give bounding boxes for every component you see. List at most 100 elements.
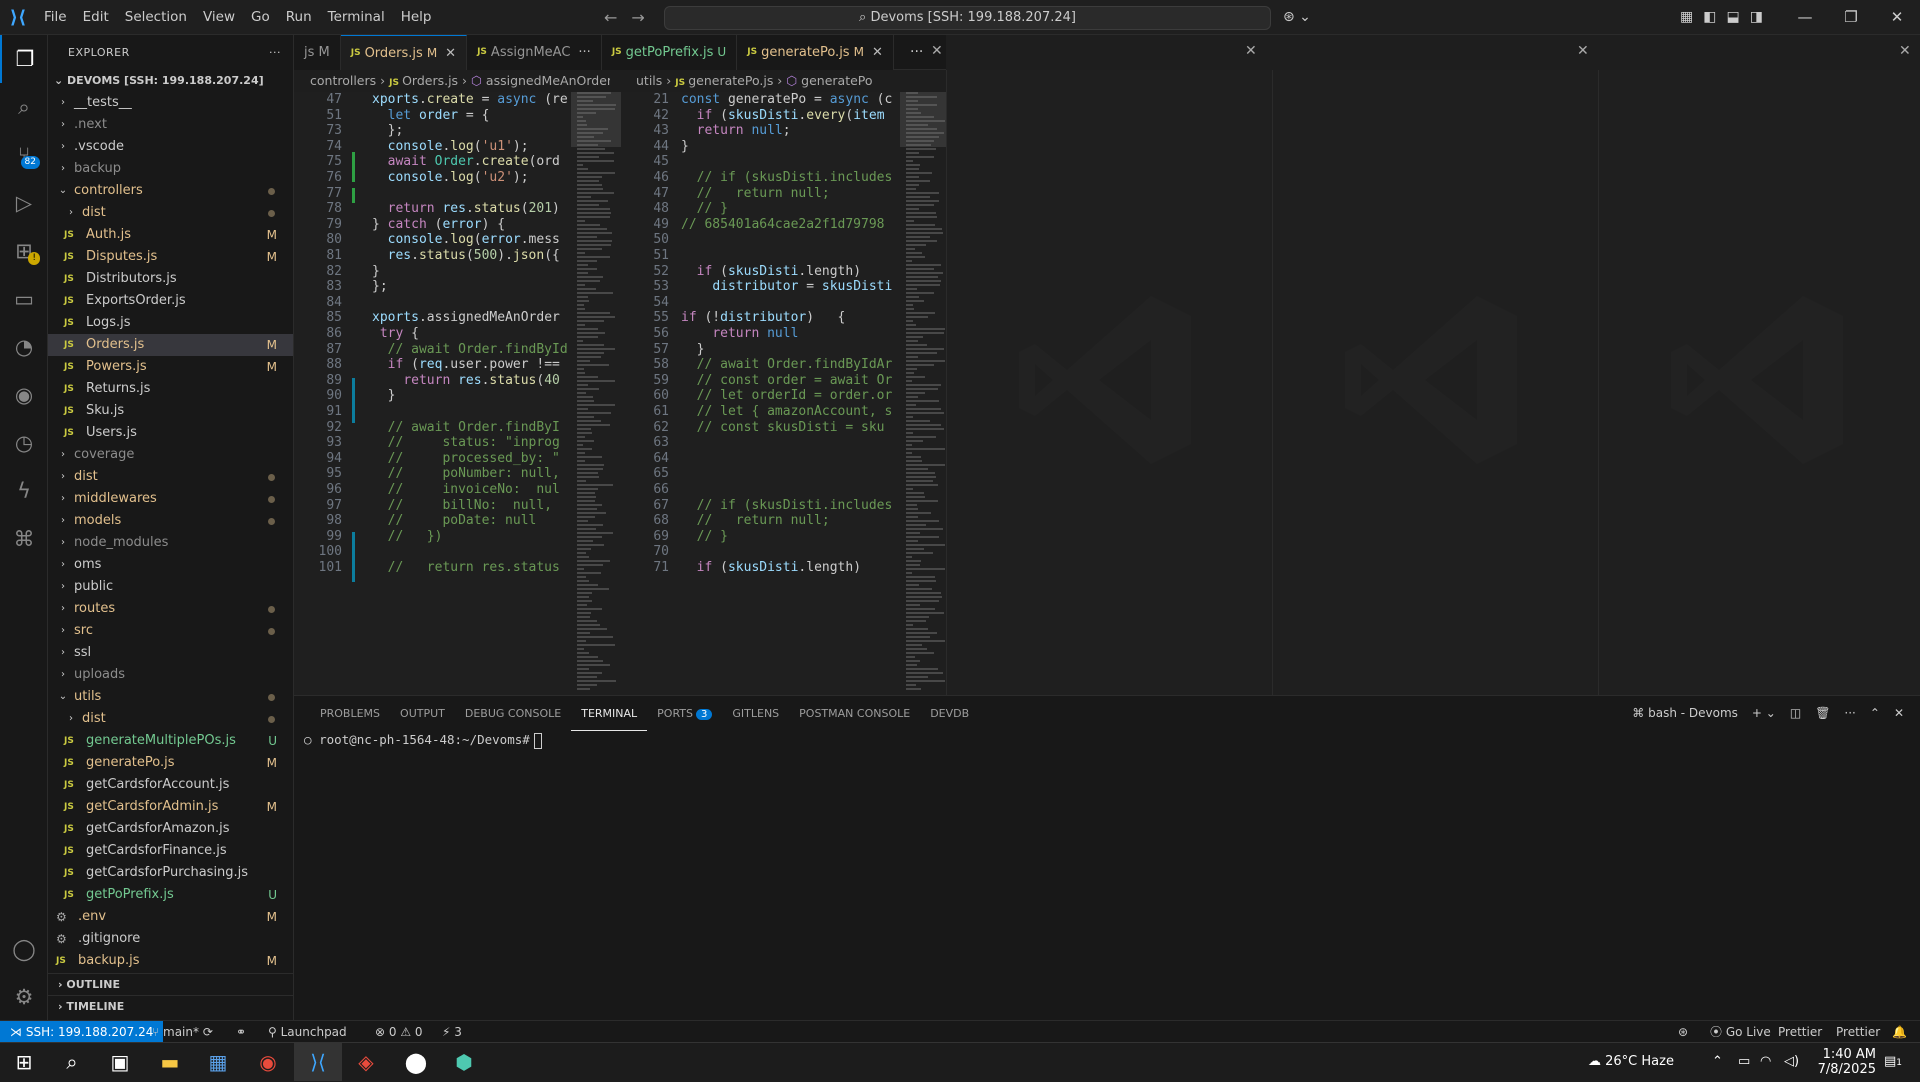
tree-item[interactable]: ⚙ .env M [48,906,293,928]
volume-icon[interactable]: ◁) [1784,1043,1799,1081]
breadcrumb-item[interactable]: controllers [310,73,376,88]
chrome-icon[interactable]: ◉ [244,1043,292,1081]
tree-item[interactable]: › middlewares [48,488,293,510]
outline-section[interactable]: › OUTLINE [48,973,293,995]
tree-item[interactable]: JS Auth.js M [48,224,293,246]
copilot-status-icon[interactable]: ⊛ [1678,1021,1688,1043]
panel-tab-postman-console[interactable]: POSTMAN CONSOLE [789,696,920,731]
launchpad-item[interactable]: ⚲ Launchpad [268,1021,347,1043]
editor-tab[interactable]: JS AssignMeAC ··· [467,35,602,70]
code-editor-generatepo[interactable]: 21 const generatePo = async (c 42 if (skus… [621,92,900,695]
tab-more-icon[interactable]: ··· [578,35,590,70]
gitlens-icon[interactable]: ◔ [0,323,48,371]
kill-terminal-icon[interactable]: 🗑 [1815,696,1830,731]
app-icon-hex[interactable]: ⬢ [440,1043,488,1081]
close-window-icon[interactable]: ✕ [1874,0,1920,35]
panel-tab-devdb[interactable]: DEVDB [920,696,979,731]
remote-indicator[interactable]: ⋊ SSH: 199.188.207.24 [0,1021,164,1043]
tree-item[interactable]: › ssl [48,642,293,664]
maximize-panel-icon[interactable]: ⌃ [1870,696,1880,731]
tree-item[interactable]: › node_modules [48,532,293,554]
sync-icon[interactable]: ⚭ [236,1021,246,1043]
close-tab-icon[interactable]: ✕ [445,36,456,71]
toggle-primary-sidebar-icon[interactable]: ◧ [1703,0,1716,35]
menu-file[interactable]: File [36,0,75,35]
tree-item[interactable]: JS getCardsforPurchasing.js [48,862,293,884]
breadcrumb-item[interactable]: Orders.js [402,73,458,88]
tree-item[interactable]: › src [48,620,293,642]
tree-item[interactable]: JS Returns.js [48,378,293,400]
minimap-slider[interactable] [900,92,950,147]
tree-item[interactable]: JS Logs.js [48,312,293,334]
tree-item[interactable]: JS Sku.js [48,400,293,422]
battery-icon[interactable]: ▭ [1738,1043,1750,1081]
editor-tab[interactable]: js M [294,35,341,70]
explorer-icon[interactable]: ❐ [0,35,48,83]
tree-item[interactable]: ⌄ utils [48,686,293,708]
tray-chevron-icon[interactable]: ⌃ [1712,1043,1723,1081]
tree-item[interactable]: JS getCardsforAdmin.js M [48,796,293,818]
close-group-1-icon[interactable]: ✕ [931,43,943,59]
tree-item[interactable]: › .next [48,114,293,136]
task-view-icon[interactable]: ▣ [96,1043,144,1081]
thunder-icon[interactable]: ϟ [0,467,48,515]
minimap-right[interactable] [900,92,950,695]
app-icon-circle[interactable]: ⬤ [392,1043,440,1081]
breadcrumb-item[interactable]: assignedMeAnOrder [486,73,610,88]
tree-item[interactable]: › .vscode [48,136,293,158]
menu-selection[interactable]: Selection [117,0,195,35]
go-live-item[interactable]: ⦿ Go Live [1710,1021,1771,1043]
remote-explorer-icon[interactable]: ▭ [0,275,48,323]
breadcrumb-item[interactable]: generatePo [801,73,872,88]
minimize-icon[interactable]: — [1782,0,1828,35]
tree-item[interactable]: JS Distributors.js [48,268,293,290]
more-actions-icon[interactable]: ··· [1844,696,1855,731]
branch-indicator[interactable]: ⑂ main* ⟳ [152,1021,213,1043]
search-view-icon[interactable]: ⌕ [0,83,48,131]
toggle-secondary-sidebar-icon[interactable]: ◨ [1750,0,1763,35]
panel-tab-debug-console[interactable]: DEBUG CONSOLE [455,696,571,731]
more-actions-icon[interactable]: ··· [269,46,281,59]
terminal-name[interactable]: ⌘ bash - Devoms [1632,696,1738,731]
tree-item[interactable]: › dist [48,466,293,488]
menu-terminal[interactable]: Terminal [320,0,393,35]
editor-tab[interactable]: JS Orders.js M ✕ [340,35,468,71]
tree-item[interactable]: › __tests__ [48,92,293,114]
close-group-2-icon[interactable]: ✕ [1245,43,1257,59]
taskbar-search-icon[interactable]: ⌕ [48,1043,96,1081]
new-terminal-icon[interactable]: + ⌄ [1752,696,1776,731]
weather-widget[interactable]: ☁ 26°C Haze [1588,1043,1674,1081]
tree-item[interactable]: › uploads [48,664,293,686]
tree-item[interactable]: › coverage [48,444,293,466]
menu-edit[interactable]: Edit [75,0,117,35]
problems-indicator[interactable]: ⊗ 0 ⚠ 0 [375,1021,423,1043]
tree-item[interactable]: JS Orders.js M [48,334,293,356]
tree-item[interactable]: ⌄ controllers [48,180,293,202]
tree-item[interactable]: › oms [48,554,293,576]
wifi-icon[interactable]: ◠ [1760,1043,1771,1081]
tabs-more-icon[interactable]: ··· [910,35,923,70]
zoho-icon[interactable]: ◈ [342,1043,390,1081]
tree-item[interactable]: JS backup.js M [48,950,293,972]
tree-item[interactable]: JS getCardsforFinance.js [48,840,293,862]
panel-tab-output[interactable]: OUTPUT [390,696,455,731]
panel-tab-problems[interactable]: PROBLEMS [310,696,390,731]
breadcrumb-item[interactable]: utils [636,73,662,88]
code-editor-orders[interactable]: 47 xports.create = async (re 51 let order … [294,92,571,695]
prettier-item-2[interactable]: Prettier [1836,1021,1880,1043]
menu-go[interactable]: Go [243,0,278,35]
close-group-4-icon[interactable]: ✕ [1899,43,1911,59]
minimap-left[interactable] [571,92,621,695]
menu-run[interactable]: Run [278,0,320,35]
close-tab-icon[interactable]: ✕ [872,35,883,70]
extensions-icon[interactable]: ⊞! [0,227,48,275]
panel-tab-gitlens[interactable]: GITLENS [722,696,789,731]
ports-indicator[interactable]: ⚡ 3 [442,1021,462,1043]
menu-help[interactable]: Help [393,0,440,35]
toggle-panel-icon[interactable]: ⬓ [1726,0,1739,35]
timeline-view-icon[interactable]: ◷ [0,419,48,467]
accounts-icon[interactable]: ◯ [0,925,48,973]
prettier-item-1[interactable]: Prettier [1778,1021,1822,1043]
tree-item[interactable]: › dist [48,202,293,224]
vscode-taskbar-icon[interactable]: ⟩⟨ [294,1043,342,1081]
